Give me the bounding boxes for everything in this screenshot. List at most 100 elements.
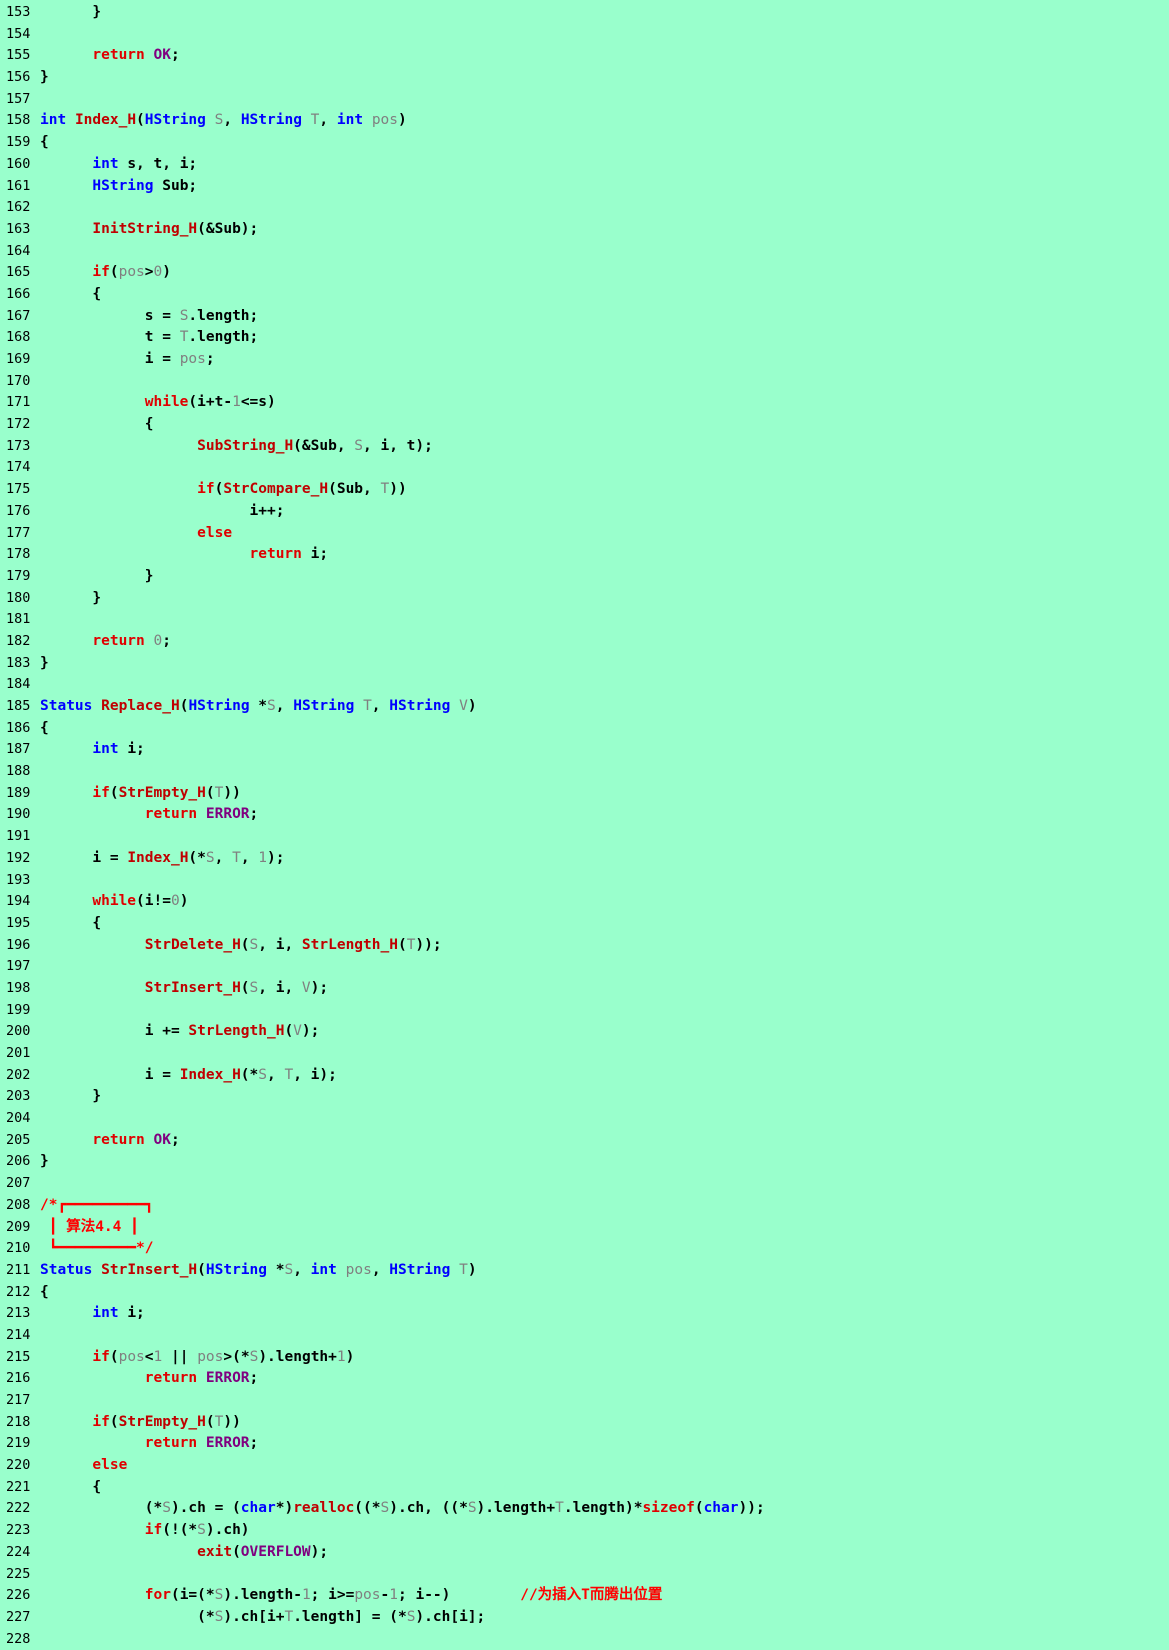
line-number: 189 (6, 784, 31, 801)
code-text: return ERROR; (40, 804, 259, 826)
code-line[interactable]: 217 (0, 1390, 1169, 1412)
code-line[interactable]: 171 while(i+t-1<=s) (0, 392, 1169, 414)
code-line[interactable]: 214 (0, 1325, 1169, 1347)
code-token: (* (40, 1500, 163, 1517)
code-line[interactable]: 193 (0, 870, 1169, 892)
code-line[interactable]: 198 StrInsert_H(S, i, V); (0, 978, 1169, 1000)
code-line[interactable]: 222 (*S).ch = (char*)realloc((*S).ch, ((… (0, 1498, 1169, 1520)
code-token: Index_H (74, 112, 137, 129)
code-token: )) (223, 784, 241, 801)
code-line[interactable]: 168 t = T.length; (0, 327, 1169, 349)
code-line[interactable]: 160 int s, t, i; (0, 154, 1169, 176)
code-line[interactable]: 196 StrDelete_H(S, i, StrLength_H(T)); (0, 935, 1169, 957)
code-line[interactable]: 199 (0, 1000, 1169, 1022)
code-line[interactable]: 225 (0, 1564, 1169, 1586)
code-line[interactable]: 170 (0, 371, 1169, 393)
code-token: , (293, 1261, 311, 1278)
code-token: , (267, 1066, 285, 1083)
code-line[interactable]: 197 (0, 956, 1169, 978)
code-line[interactable]: 189 if(StrEmpty_H(T)) (0, 783, 1169, 805)
code-line[interactable]: 187 int i; (0, 739, 1169, 761)
code-line[interactable]: 166 { (0, 284, 1169, 306)
code-line[interactable]: 182 return 0; (0, 631, 1169, 653)
code-line[interactable]: 192 i = Index_H(*S, T, 1); (0, 848, 1169, 870)
code-line[interactable]: 164 (0, 241, 1169, 263)
code-line[interactable]: 169 i = pos; (0, 349, 1169, 371)
code-line[interactable]: 188 (0, 761, 1169, 783)
code-line[interactable]: 159 { (0, 132, 1169, 154)
code-line[interactable]: 220 else (0, 1455, 1169, 1477)
code-token: ( (109, 1413, 119, 1430)
code-line[interactable]: 227 (*S).ch[i+T.length] = (*S).ch[i]; (0, 1607, 1169, 1629)
code-line[interactable]: 183} (0, 653, 1169, 675)
code-token: } (40, 69, 49, 86)
code-line[interactable]: 221 { (0, 1477, 1169, 1499)
code-line[interactable]: 178 return i; (0, 544, 1169, 566)
code-line[interactable]: 180 } (0, 588, 1169, 610)
code-line[interactable]: 213 int i; (0, 1303, 1169, 1325)
code-line[interactable]: 175 if(StrCompare_H(Sub, T)) (0, 479, 1169, 501)
code-token: T (555, 1500, 564, 1517)
code-line[interactable]: 191 (0, 826, 1169, 848)
code-line[interactable]: 211 Status StrInsert_H(HString *S, int po… (0, 1260, 1169, 1282)
code-line[interactable]: 223 if(!(*S).ch) (0, 1520, 1169, 1542)
code-line[interactable]: 172 { (0, 414, 1169, 436)
code-line[interactable]: 177 else (0, 523, 1169, 545)
code-token: i += (40, 1023, 189, 1040)
code-line[interactable]: 184 (0, 674, 1169, 696)
code-line[interactable]: 155 return OK; (0, 45, 1169, 67)
code-line[interactable]: 200 i += StrLength_H(V); (0, 1021, 1169, 1043)
code-line[interactable]: 176 i++; (0, 501, 1169, 523)
code-line[interactable]: 208 /*┏━━━━━━━━━┓ (0, 1195, 1169, 1217)
code-token: return (144, 806, 198, 823)
code-token: { (40, 285, 102, 302)
code-line[interactable]: 205 return OK; (0, 1130, 1169, 1152)
code-line[interactable]: 194 while(i!=0) (0, 891, 1169, 913)
code-line[interactable]: 224 exit(OVERFLOW); (0, 1542, 1169, 1564)
code-line[interactable]: 158 int Index_H(HString S, HString T, int… (0, 110, 1169, 132)
code-text: if(StrEmpty_H(T)) (40, 1412, 240, 1434)
code-line[interactable]: 207 (0, 1173, 1169, 1195)
code-token: /*┏━━━━━━━━━┓ (40, 1196, 154, 1213)
code-line[interactable]: 216 return ERROR; (0, 1368, 1169, 1390)
code-line[interactable]: 181 (0, 609, 1169, 631)
code-token: while (92, 893, 137, 910)
code-line[interactable]: 165 if(pos>0) (0, 262, 1169, 284)
code-line[interactable]: 157 (0, 89, 1169, 111)
line-number: 179 (6, 567, 31, 584)
code-line[interactable]: 174 (0, 457, 1169, 479)
code-line[interactable]: 204 (0, 1108, 1169, 1130)
code-line[interactable]: 215 if(pos<1 || pos>(*S).length+1) (0, 1347, 1169, 1369)
code-line[interactable]: 173 SubString_H(&Sub, S, i, t); (0, 436, 1169, 458)
code-line[interactable]: 202 i = Index_H(*S, T, i); (0, 1065, 1169, 1087)
code-line[interactable]: 218 if(StrEmpty_H(T)) (0, 1412, 1169, 1434)
code-line[interactable]: 201 (0, 1043, 1169, 1065)
code-line[interactable]: 190 return ERROR; (0, 804, 1169, 826)
code-line[interactable]: 203 } (0, 1086, 1169, 1108)
code-token: (* (240, 1066, 259, 1083)
line-number: 225 (6, 1565, 31, 1582)
code-token: HString (240, 112, 302, 129)
code-line[interactable]: 195 { (0, 913, 1169, 935)
code-line[interactable]: 219 return ERROR; (0, 1433, 1169, 1455)
code-line[interactable]: 154 (0, 24, 1169, 46)
code-text: exit(OVERFLOW); (40, 1542, 328, 1564)
code-line[interactable]: 167 s = S.length; (0, 306, 1169, 328)
code-line[interactable]: 156} (0, 67, 1169, 89)
code-line[interactable]: 206} (0, 1151, 1169, 1173)
code-line[interactable]: 210 ┗━━━━━━━━━*/ (0, 1238, 1169, 1260)
code-line[interactable]: 153 } (0, 2, 1169, 24)
code-line[interactable]: 162 (0, 197, 1169, 219)
code-editor[interactable]: 153 } 154 155 return OK; 156} 157 158 int Inde… (0, 0, 1169, 1649)
code-line[interactable]: 179 } (0, 566, 1169, 588)
code-line[interactable]: 209 ┃ 算法4.4 ┃ (0, 1217, 1169, 1239)
code-line[interactable]: 163 InitString_H(&Sub); (0, 219, 1169, 241)
code-line[interactable]: 226 for(i=(*S).length-1; i>=pos-1; i--) … (0, 1585, 1169, 1607)
code-line[interactable]: 212 { (0, 1282, 1169, 1304)
code-line[interactable]: 185 Status Replace_H(HString *S, HString … (0, 696, 1169, 718)
code-line[interactable]: 161 HString Sub; (0, 176, 1169, 198)
code-line[interactable]: 186 { (0, 718, 1169, 740)
